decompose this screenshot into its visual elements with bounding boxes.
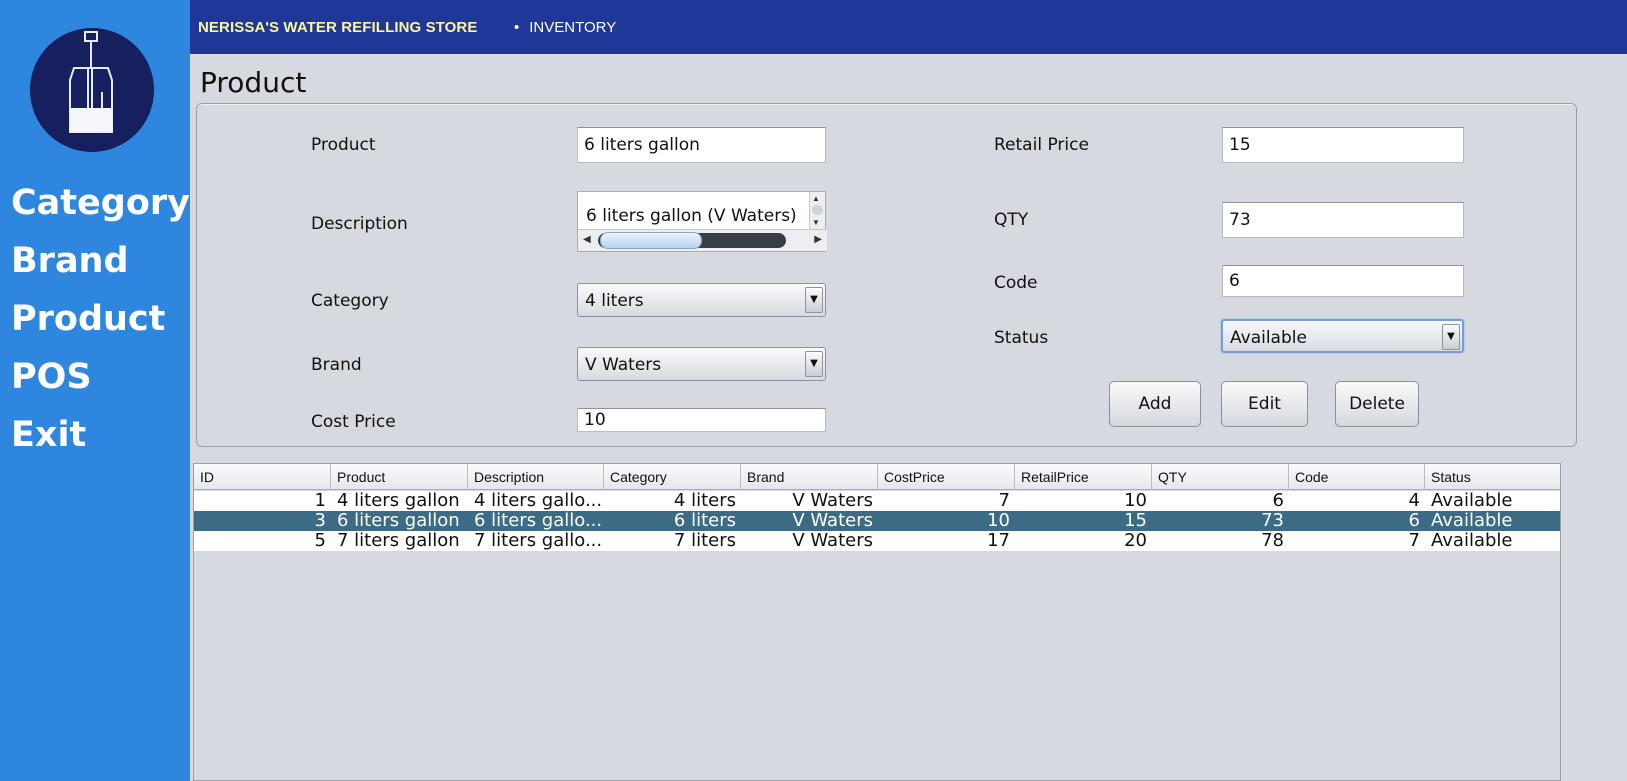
description-horizontal-scrollbar[interactable]: ◀ ▶ xyxy=(578,229,827,251)
cell-product: 4 liters gallon xyxy=(337,491,460,511)
water-gallon-icon xyxy=(30,28,154,152)
scroll-right-icon[interactable]: ▶ xyxy=(814,234,822,245)
cell-retailprice: 10 xyxy=(1124,491,1147,511)
brand-select[interactable]: V Waters ▼ xyxy=(577,347,826,381)
cell-qty: 73 xyxy=(1261,511,1284,531)
cell-description: 4 liters gallo... xyxy=(474,491,603,511)
bullet-icon: • xyxy=(514,19,520,36)
description-text: 6 liters gallon (V Waters) xyxy=(586,206,797,226)
cell-id: 3 xyxy=(314,511,326,531)
description-textarea[interactable]: 6 liters gallon (V Waters) ▲ ▼ ◀ ▶ xyxy=(577,191,827,252)
cell-retailprice: 15 xyxy=(1124,511,1147,531)
column-header-description[interactable]: Description xyxy=(468,464,604,490)
column-header-costprice[interactable]: CostPrice xyxy=(878,464,1015,490)
cell-description: 6 liters gallo... xyxy=(474,511,603,531)
cell-status: Available xyxy=(1431,491,1513,511)
cell-brand: V Waters xyxy=(792,491,873,511)
nav-category[interactable]: Category xyxy=(11,174,190,232)
cell-status: Available xyxy=(1431,531,1513,551)
category-selected-value: 4 liters xyxy=(585,291,644,311)
column-header-qty[interactable]: QTY xyxy=(1152,464,1289,490)
column-header-status[interactable]: Status xyxy=(1425,464,1560,490)
cell-category: 6 liters xyxy=(673,511,736,531)
top-bar: NERISSA'S WATER REFILLING STORE • INVENTO… xyxy=(190,0,1627,54)
cell-brand: V Waters xyxy=(792,531,873,551)
table-row-selected[interactable]: 3 6 liters gallon 6 liters gallo... 6 li… xyxy=(194,511,1560,531)
cell-qty: 6 xyxy=(1272,491,1284,511)
cell-qty: 78 xyxy=(1261,531,1284,551)
nav-brand[interactable]: Brand xyxy=(11,232,190,290)
cell-status: Available xyxy=(1431,511,1513,531)
cell-code: 4 xyxy=(1408,491,1420,511)
cost-price-input[interactable] xyxy=(577,408,826,432)
table-header: ID Product Description Category Brand Co… xyxy=(194,464,1560,490)
cell-costprice: 10 xyxy=(987,511,1010,531)
cell-costprice: 7 xyxy=(998,491,1010,511)
description-label: Description xyxy=(311,214,408,234)
cell-category: 7 liters xyxy=(673,531,736,551)
status-selected-value: Available xyxy=(1230,328,1307,348)
scroll-left-icon[interactable]: ◀ xyxy=(583,234,591,245)
cell-category: 4 liters xyxy=(673,491,736,511)
status-label: Status xyxy=(994,328,1049,348)
scroll-down-icon[interactable]: ▼ xyxy=(812,218,820,227)
column-header-retailprice[interactable]: RetailPrice xyxy=(1015,464,1152,490)
cell-costprice: 17 xyxy=(987,531,1010,551)
sidebar-nav: Category Brand Product POS Exit xyxy=(11,174,190,464)
brand-selected-value: V Waters xyxy=(585,355,662,375)
retail-price-input[interactable] xyxy=(1222,127,1464,163)
breadcrumb: • INVENTORY xyxy=(514,19,616,36)
store-name: NERISSA'S WATER REFILLING STORE xyxy=(198,19,478,36)
product-input[interactable] xyxy=(577,127,826,163)
cell-product: 7 liters gallon xyxy=(337,531,460,551)
scroll-up-icon[interactable]: ▲ xyxy=(812,194,820,203)
column-header-product[interactable]: Product xyxy=(331,464,468,490)
cost-price-label: Cost Price xyxy=(311,412,396,432)
column-header-category[interactable]: Category xyxy=(604,464,741,490)
column-header-id[interactable]: ID xyxy=(194,464,331,490)
status-select[interactable]: Available ▼ xyxy=(1221,319,1464,353)
cell-brand: V Waters xyxy=(792,511,873,531)
breadcrumb-inventory: INVENTORY xyxy=(529,19,617,36)
category-select[interactable]: 4 liters ▼ xyxy=(577,283,826,317)
table-row[interactable]: 1 4 liters gallon 4 liters gallo... 4 li… xyxy=(194,491,1560,511)
description-vertical-scrollbar[interactable]: ▲ ▼ xyxy=(809,192,825,230)
add-button[interactable]: Add xyxy=(1109,381,1201,427)
page-title: Product xyxy=(200,66,307,99)
cell-code: 7 xyxy=(1408,531,1420,551)
nav-product[interactable]: Product xyxy=(11,290,190,348)
chevron-down-icon[interactable]: ▼ xyxy=(1442,324,1460,350)
column-header-code[interactable]: Code xyxy=(1289,464,1425,490)
nav-exit[interactable]: Exit xyxy=(11,406,190,464)
qty-label: QTY xyxy=(994,210,1029,230)
cell-retailprice: 20 xyxy=(1124,531,1147,551)
chevron-down-icon[interactable]: ▼ xyxy=(805,351,823,377)
delete-button[interactable]: Delete xyxy=(1335,381,1419,427)
cell-product: 6 liters gallon xyxy=(337,511,460,531)
brand-label: Brand xyxy=(311,355,362,375)
cell-code: 6 xyxy=(1408,511,1420,531)
table-row[interactable]: 5 7 liters gallon 7 liters gallo... 7 li… xyxy=(194,531,1560,551)
code-label: Code xyxy=(994,273,1038,293)
sidebar: Category Brand Product POS Exit xyxy=(0,0,190,781)
category-label: Category xyxy=(311,291,389,311)
product-table[interactable]: ID Product Description Category Brand Co… xyxy=(193,463,1561,781)
cell-description: 7 liters gallo... xyxy=(474,531,603,551)
cell-id: 1 xyxy=(314,491,326,511)
code-input[interactable] xyxy=(1222,265,1464,297)
retail-price-label: Retail Price xyxy=(994,135,1089,155)
product-label: Product xyxy=(311,135,376,155)
edit-button[interactable]: Edit xyxy=(1221,381,1308,427)
chevron-down-icon[interactable]: ▼ xyxy=(805,287,823,313)
cell-id: 5 xyxy=(314,531,326,551)
nav-pos[interactable]: POS xyxy=(11,348,190,406)
column-header-brand[interactable]: Brand xyxy=(741,464,878,490)
qty-input[interactable] xyxy=(1222,202,1464,238)
vertical-scroll-thumb[interactable] xyxy=(812,205,823,215)
horizontal-scroll-thumb[interactable] xyxy=(600,232,702,249)
